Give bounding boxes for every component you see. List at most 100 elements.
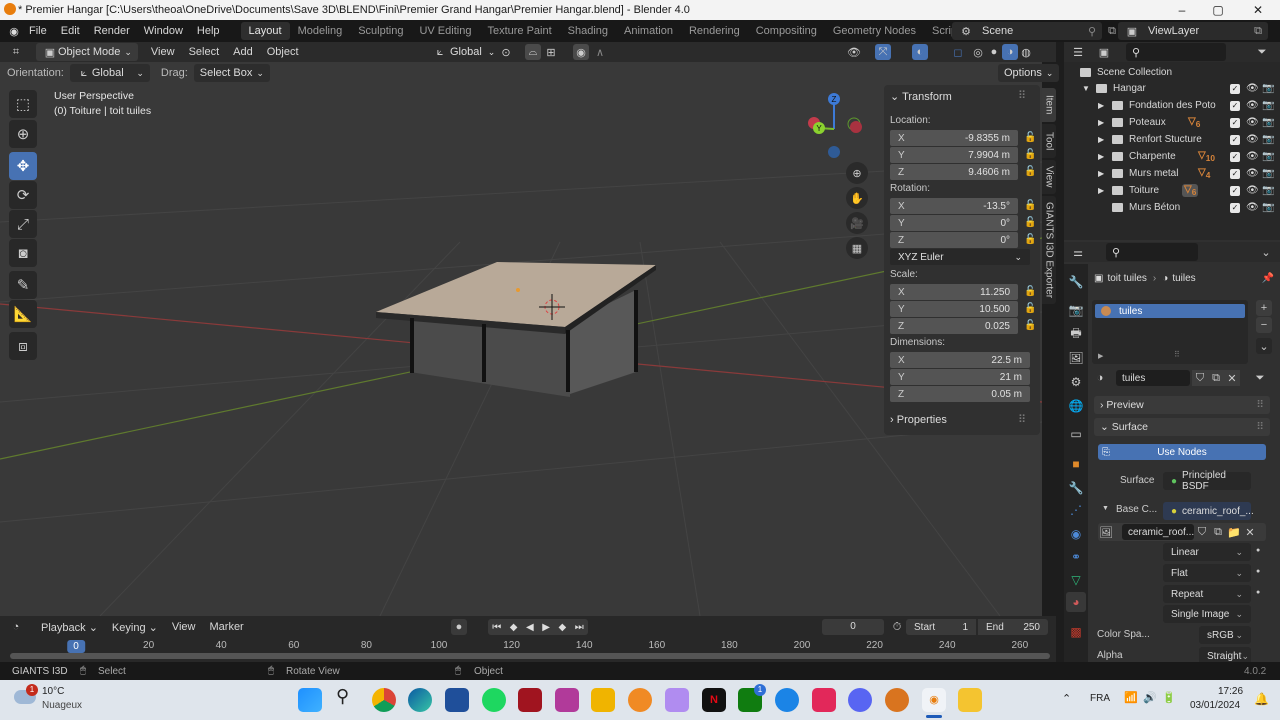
view-layer-tab-icon[interactable]: 🖼 (1066, 348, 1086, 368)
add-slot-button[interactable]: + (1256, 300, 1272, 316)
weather-desc[interactable]: Nuageux (42, 700, 82, 711)
timeline-menu-marker[interactable]: Marker (203, 621, 251, 633)
extension-dropdown[interactable]: Repeat ⌄ (1163, 585, 1251, 603)
physics-tab-icon[interactable]: ◉ (1066, 524, 1086, 544)
render-camera-icon[interactable]: 📷 (1262, 134, 1274, 145)
viewport-menu-add[interactable]: Add (226, 46, 260, 58)
eye-icon[interactable]: 👁 (1246, 117, 1259, 128)
dimension-x-field[interactable]: X 22.5 m (890, 352, 1030, 368)
color-space-dropdown[interactable]: sRGB ⌄ (1199, 626, 1251, 644)
rotation-x-field[interactable]: X -13.5° (890, 198, 1018, 214)
drag-dropdown[interactable]: Select Box ⌄ (193, 64, 270, 82)
chrome-icon[interactable] (372, 688, 396, 712)
tab-giants-exporter[interactable]: GIANTS I3D Exporter (1042, 196, 1056, 304)
timeline-menu-playback[interactable]: Playback ⌄ (34, 621, 105, 634)
record-icon[interactable]: ● (451, 619, 467, 635)
camera-view-icon[interactable]: 🎥 (846, 212, 868, 234)
exclude-checkbox[interactable]: ✓ (1230, 202, 1240, 213)
scale-y-field[interactable]: Y 10.500 (890, 301, 1018, 317)
rotation-y-field[interactable]: Y 0° (890, 215, 1018, 231)
lock-icon[interactable]: 🔓 (1024, 217, 1036, 229)
render-camera-icon[interactable]: 📷 (1262, 100, 1274, 111)
tab-view[interactable]: View (1042, 160, 1056, 194)
outliner-scene-collection[interactable]: Scene Collection (1064, 64, 1280, 81)
render-camera-icon[interactable]: 📷 (1262, 117, 1274, 128)
properties-search-input[interactable]: ⚲ (1106, 243, 1198, 261)
outliner-search-input[interactable]: ⚲ (1126, 43, 1226, 61)
maximize-button[interactable]: ▢ (1200, 0, 1236, 20)
expand-right-icon[interactable]: ▶ (1098, 352, 1103, 360)
visibility-icon[interactable]: 👁 (846, 44, 862, 60)
scale-x-field[interactable]: X 11.250 (890, 284, 1018, 300)
rotation-mode-dropdown[interactable]: XYZ Euler ⌄ (890, 249, 1030, 265)
prev-keyframe-icon[interactable]: ◆ (510, 622, 518, 633)
pan-hand-icon[interactable]: ✋ (846, 187, 868, 209)
surface-panel-header[interactable]: ⌄ Surface ⠿ (1094, 418, 1270, 436)
lock-icon[interactable]: 🔓 (1024, 200, 1036, 212)
eye-icon[interactable]: 👁 (1246, 134, 1259, 145)
surface-shader-field[interactable]: ● Principled BSDF (1163, 470, 1251, 492)
game-app-icon[interactable] (518, 688, 542, 712)
edge-icon[interactable] (408, 688, 432, 712)
lock-icon[interactable]: 🔓 (1024, 149, 1036, 161)
tool-tab-icon[interactable]: 🔧 (1066, 272, 1086, 292)
fake-user-shield-icon[interactable]: ⛉ (1192, 370, 1208, 386)
lock-icon[interactable]: 🔓 (1024, 320, 1036, 332)
blender-taskbar-icon[interactable]: ◉ (922, 688, 946, 712)
move-tool[interactable]: ✥ (9, 152, 37, 180)
exclude-checkbox[interactable]: ✓ (1230, 168, 1240, 179)
transform-section-header[interactable]: ⌄ Transform (890, 90, 952, 103)
play-icon[interactable]: ▶ (542, 622, 550, 633)
discord-icon[interactable] (848, 688, 872, 712)
measure-tool[interactable]: 📐 (9, 300, 37, 328)
scale-tool[interactable]: ⤢ (9, 210, 37, 238)
collection-tab-icon[interactable]: ▭ (1066, 424, 1086, 444)
clock-time[interactable]: 17:26 (1218, 686, 1243, 697)
eye-icon[interactable]: 👁 (1246, 151, 1259, 162)
ortho-grid-icon[interactable]: ▦ (846, 237, 868, 259)
rotate-tool[interactable]: ⟳ (9, 181, 37, 209)
interpolation-dropdown[interactable]: Linear ⌄ (1163, 543, 1251, 561)
render-camera-icon[interactable]: 📷 (1262, 202, 1274, 213)
texture-tab-icon[interactable]: ▩ (1066, 622, 1086, 642)
volume-icon[interactable]: 🔊 (1143, 691, 1157, 704)
drag-handle-icon[interactable]: ⠿ (1018, 413, 1026, 426)
output-tab-icon[interactable]: 🖶 (1066, 324, 1086, 344)
scene-tab-icon[interactable]: ⚙ (1066, 372, 1086, 392)
tab-texture-paint[interactable]: Texture Paint (479, 22, 559, 40)
pin-icon[interactable]: 📌 (1262, 273, 1274, 284)
blender-menu-icon[interactable]: ◉ (6, 23, 22, 39)
use-nodes-button[interactable]: ⎘ Use Nodes (1098, 444, 1266, 460)
snap-icon[interactable]: ⌓ (525, 44, 541, 60)
unlink-x-icon[interactable]: ✕ (1224, 370, 1240, 386)
scale-z-field[interactable]: Z 0.025 (890, 318, 1018, 334)
outliner-item-fondation[interactable]: ▶ Fondation des Poto ✓ 👁 📷 (1064, 97, 1280, 114)
image-browse-icon[interactable]: 🖼 (1098, 524, 1114, 540)
drag-handle-icon[interactable]: ⠿ (1018, 89, 1026, 102)
rendered-shading-icon[interactable]: ◍ (1018, 44, 1034, 60)
transform-orientation-selector[interactable]: ⟀ Global ⌄ (426, 43, 501, 61)
lock-icon[interactable]: 🔓 (1024, 303, 1036, 315)
exclude-checkbox[interactable]: ✓ (1230, 185, 1240, 196)
tab-item[interactable]: Item (1042, 88, 1056, 122)
preview-panel-header[interactable]: › Preview ⠿ (1094, 396, 1270, 414)
search-icon[interactable]: ⚲ (336, 686, 349, 707)
battery-icon[interactable]: 🔋 (1162, 691, 1176, 704)
file-explorer-icon[interactable] (591, 688, 615, 712)
properties-section-header[interactable]: › Properties (890, 414, 947, 426)
outliner-item-hangar[interactable]: ▼ Hangar ✓ 👁 📷 (1064, 80, 1280, 97)
exclude-checkbox[interactable]: ✓ (1230, 83, 1240, 94)
battlenet-icon[interactable] (775, 688, 799, 712)
menu-help[interactable]: Help (190, 25, 227, 37)
scene-selector[interactable]: ⚙ Scene ⚲ (952, 22, 1102, 40)
eye-icon[interactable]: 👁 (1246, 83, 1259, 94)
expand-down-icon[interactable]: ▼ (1102, 505, 1109, 512)
particles-tab-icon[interactable]: ⋰ (1066, 500, 1086, 520)
select-box-tool[interactable]: ⬚ (9, 90, 37, 118)
annotate-tool[interactable]: ✎ (9, 271, 37, 299)
end-frame-field[interactable]: End 250 (978, 619, 1048, 635)
snap-target-icon[interactable]: ⊞ (543, 44, 559, 60)
editor-type-icon[interactable]: ⌗ (8, 44, 24, 60)
start-frame-field[interactable]: Start 1 (906, 619, 976, 635)
wireframe-shading-icon[interactable]: ◎ (970, 44, 986, 60)
